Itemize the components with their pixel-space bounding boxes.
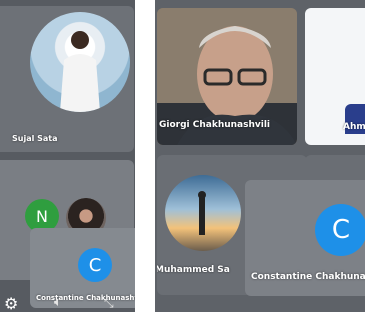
person-figure bbox=[60, 31, 100, 112]
participant-tile-partial[interactable]: Ahmed To bbox=[305, 8, 365, 145]
participant-name-constantine-right: Constantine Chakhunashvili bbox=[251, 272, 365, 282]
speaker-icon[interactable]: 🔈︎ bbox=[54, 295, 62, 310]
avatar-constantine-left: C bbox=[78, 248, 112, 282]
participant-name-muhammed: Muhammed Sa bbox=[157, 265, 230, 275]
participant-tile-constantine-right[interactable]: C Constantine Chakhunashvili bbox=[245, 180, 365, 296]
silhouette-figure bbox=[198, 191, 206, 235]
participant-photo-sujal bbox=[30, 12, 130, 112]
participant-tile-sujal[interactable]: Sujal Sata bbox=[0, 6, 134, 152]
participant-photo-muhammed bbox=[165, 175, 241, 251]
left-meeting-panel: Sujal Sata N C Constantine Chakhunashvil… bbox=[0, 0, 135, 312]
meeting-toolbar: ⚙ 🔈︎ ⤡ bbox=[0, 294, 135, 312]
avatar-constantine-right: C bbox=[315, 204, 365, 256]
right-meeting-panel: Giorgi Chakhunashvili Ahmed To Muhammed … bbox=[155, 0, 365, 312]
participant-tile-giorgi[interactable]: Giorgi Chakhunashvili bbox=[157, 8, 297, 145]
expand-icon[interactable]: ⤡ bbox=[104, 296, 114, 311]
gear-icon[interactable]: ⚙ bbox=[4, 294, 18, 312]
participant-name-giorgi: Giorgi Chakhunashvili bbox=[159, 120, 271, 130]
participant-name-partial: Ahmed To bbox=[343, 122, 365, 132]
participant-name-sujal: Sujal Sata bbox=[12, 134, 58, 143]
